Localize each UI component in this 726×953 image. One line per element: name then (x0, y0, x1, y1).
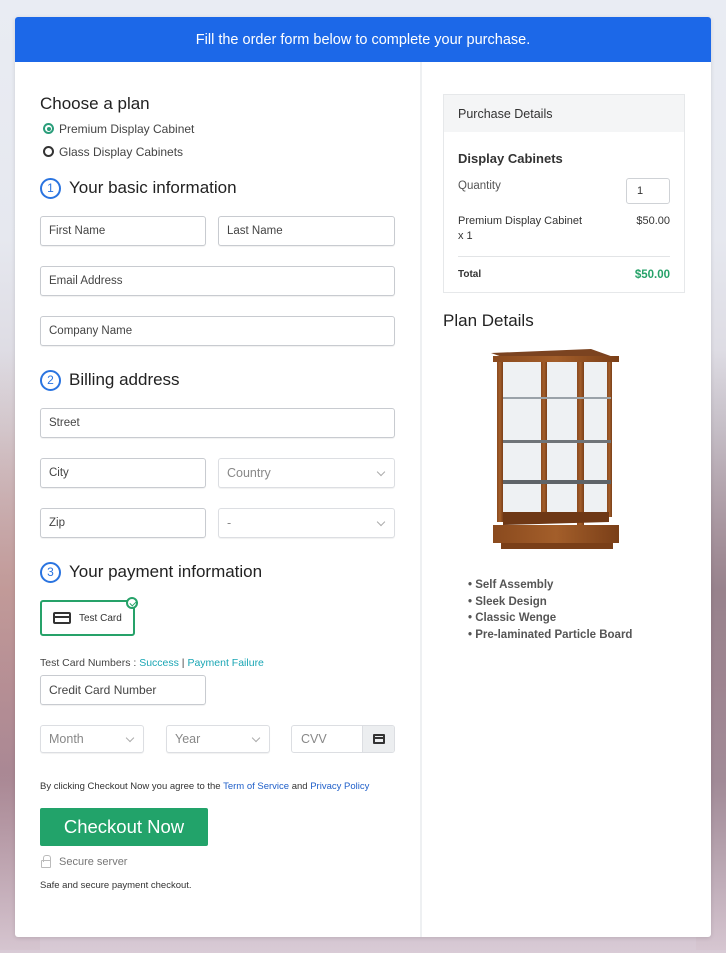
secure-server: Secure server (40, 854, 420, 868)
zip-input[interactable]: Zip (40, 508, 206, 538)
privacy-policy-link[interactable]: Privacy Policy (310, 781, 369, 792)
company-input[interactable]: Company Name (40, 316, 395, 346)
line-item: Premium Display Cabinet x 1 $50.00 (458, 214, 670, 244)
step-number-2: 2 (40, 369, 61, 391)
test-card-numbers: Test Card Numbers : Success | Payment Fa… (40, 657, 420, 669)
success-link[interactable]: Success (139, 657, 179, 669)
quantity-input[interactable]: 1 (626, 178, 670, 204)
total-row: Total $50.00 (458, 257, 670, 292)
year-select-value: Year (175, 732, 201, 746)
feature-item: Classic Wenge (468, 610, 711, 627)
line-item-description: Premium Display Cabinet x 1 (458, 214, 582, 244)
feature-item: Pre-laminated Particle Board (468, 627, 711, 644)
credit-card-number-input[interactable]: Credit Card Number (40, 675, 206, 705)
lock-icon (41, 854, 51, 868)
agreement-text: By clicking Checkout Now you agree to th… (40, 781, 420, 792)
last-name-input[interactable]: Last Name (218, 216, 395, 246)
zip-state-row: Zip - (40, 508, 420, 538)
state-select[interactable]: - (218, 508, 395, 538)
country-select-value: Country (227, 466, 271, 480)
radio-unchecked-icon[interactable] (43, 146, 54, 157)
line-item-qty: x 1 (458, 230, 473, 242)
purchase-details-box: Purchase Details Display Cabinets Quanti… (443, 94, 685, 293)
order-form-card: Fill the order form below to complete yo… (15, 17, 711, 937)
first-name-input[interactable]: First Name (40, 216, 206, 246)
plan-option-label: Premium Display Cabinet (59, 121, 195, 136)
plan-options: Premium Display Cabinet Glass Display Ca… (40, 120, 420, 160)
purchase-details-heading: Purchase Details (444, 95, 684, 132)
test-card-numbers-label: Test Card Numbers : (40, 657, 140, 669)
chevron-down-icon (376, 467, 386, 476)
plan-option-premium[interactable]: Premium Display Cabinet (40, 120, 420, 137)
chevron-down-icon (376, 517, 386, 526)
chevron-down-icon (125, 733, 135, 742)
plan-details-heading: Plan Details (443, 311, 534, 330)
order-form: Choose a plan Premium Display Cabinet Gl… (15, 62, 422, 937)
test-card-label: Test Card (79, 612, 122, 624)
header-banner: Fill the order form below to complete yo… (15, 17, 711, 62)
step-number-1: 1 (40, 177, 61, 199)
safe-checkout-text: Safe and secure payment checkout. (40, 880, 192, 891)
cvv-input-group[interactable]: CVV (291, 725, 395, 753)
plan-features-list: Self Assembly Sleek Design Classic Wenge… (468, 577, 711, 643)
quantity-row: Quantity 1 (458, 178, 670, 204)
city-input[interactable]: City (40, 458, 206, 488)
quantity-label: Quantity (458, 180, 501, 192)
cabinet-shelf (503, 440, 611, 443)
terms-of-service-link[interactable]: Term of Service (223, 781, 289, 792)
credit-card-icon (53, 612, 71, 624)
street-input[interactable]: Street (40, 408, 395, 438)
agreement-and: and (289, 781, 311, 792)
feature-item: Sleek Design (468, 594, 711, 611)
step-payment-header: 3 Your payment information (40, 560, 420, 584)
name-row: First Name Last Name (40, 216, 420, 246)
cabinet-base (493, 525, 619, 543)
plan-option-glass[interactable]: Glass Display Cabinets (40, 143, 420, 160)
step-number-3: 3 (40, 561, 61, 583)
cabinet-top-edge (493, 356, 619, 362)
country-select[interactable]: Country (218, 458, 395, 488)
total-label: Total (458, 269, 482, 280)
city-country-row: City Country (40, 458, 420, 488)
cvv-input[interactable]: CVV (292, 726, 362, 752)
email-input[interactable]: Email Address (40, 266, 395, 296)
step-basic-info-header: 1 Your basic information (40, 176, 420, 200)
step-title: Your payment information (69, 562, 263, 581)
expiry-cvv-row: Month Year CVV (40, 725, 420, 753)
step-billing-header: 2 Billing address (40, 368, 420, 392)
line-item-name: Premium Display Cabinet (458, 215, 583, 227)
step-title: Billing address (69, 370, 180, 389)
cvv-addon (362, 726, 394, 752)
check-circle-icon (126, 597, 138, 609)
chevron-down-icon (251, 733, 261, 742)
credit-card-icon (372, 734, 385, 744)
plan-option-label: Glass Display Cabinets (59, 144, 184, 159)
month-select[interactable]: Month (40, 725, 144, 753)
cabinet-glass (499, 362, 609, 512)
cabinet-post-front (577, 362, 584, 532)
cabinet-floor (503, 512, 609, 525)
choose-plan-heading: Choose a plan (40, 94, 150, 113)
agreement-prefix: By clicking Checkout Now you agree to th… (40, 781, 224, 792)
year-select[interactable]: Year (166, 725, 270, 753)
product-image-cabinet (491, 349, 619, 549)
cabinet-shelf (503, 397, 611, 399)
checkout-now-button[interactable]: Checkout Now (40, 808, 208, 846)
secure-server-label: Secure server (59, 856, 128, 868)
line-item-price: $50.00 (636, 215, 670, 227)
cabinet-post-right (607, 362, 612, 517)
step-title: Your basic information (69, 178, 237, 197)
product-name: Display Cabinets (458, 151, 563, 166)
test-card-option[interactable]: Test Card (40, 597, 138, 636)
payment-failure-link[interactable]: Payment Failure (187, 657, 263, 669)
state-select-value: - (227, 516, 232, 530)
feature-item: Self Assembly (468, 577, 711, 594)
radio-checked-icon[interactable] (43, 123, 54, 134)
month-select-value: Month (49, 732, 84, 746)
total-amount: $50.00 (634, 268, 670, 281)
order-summary: Purchase Details Display Cabinets Quanti… (422, 62, 711, 937)
cabinet-plinth (501, 543, 613, 549)
cabinet-shelf (503, 480, 611, 484)
cabinet-post-left (497, 362, 503, 522)
